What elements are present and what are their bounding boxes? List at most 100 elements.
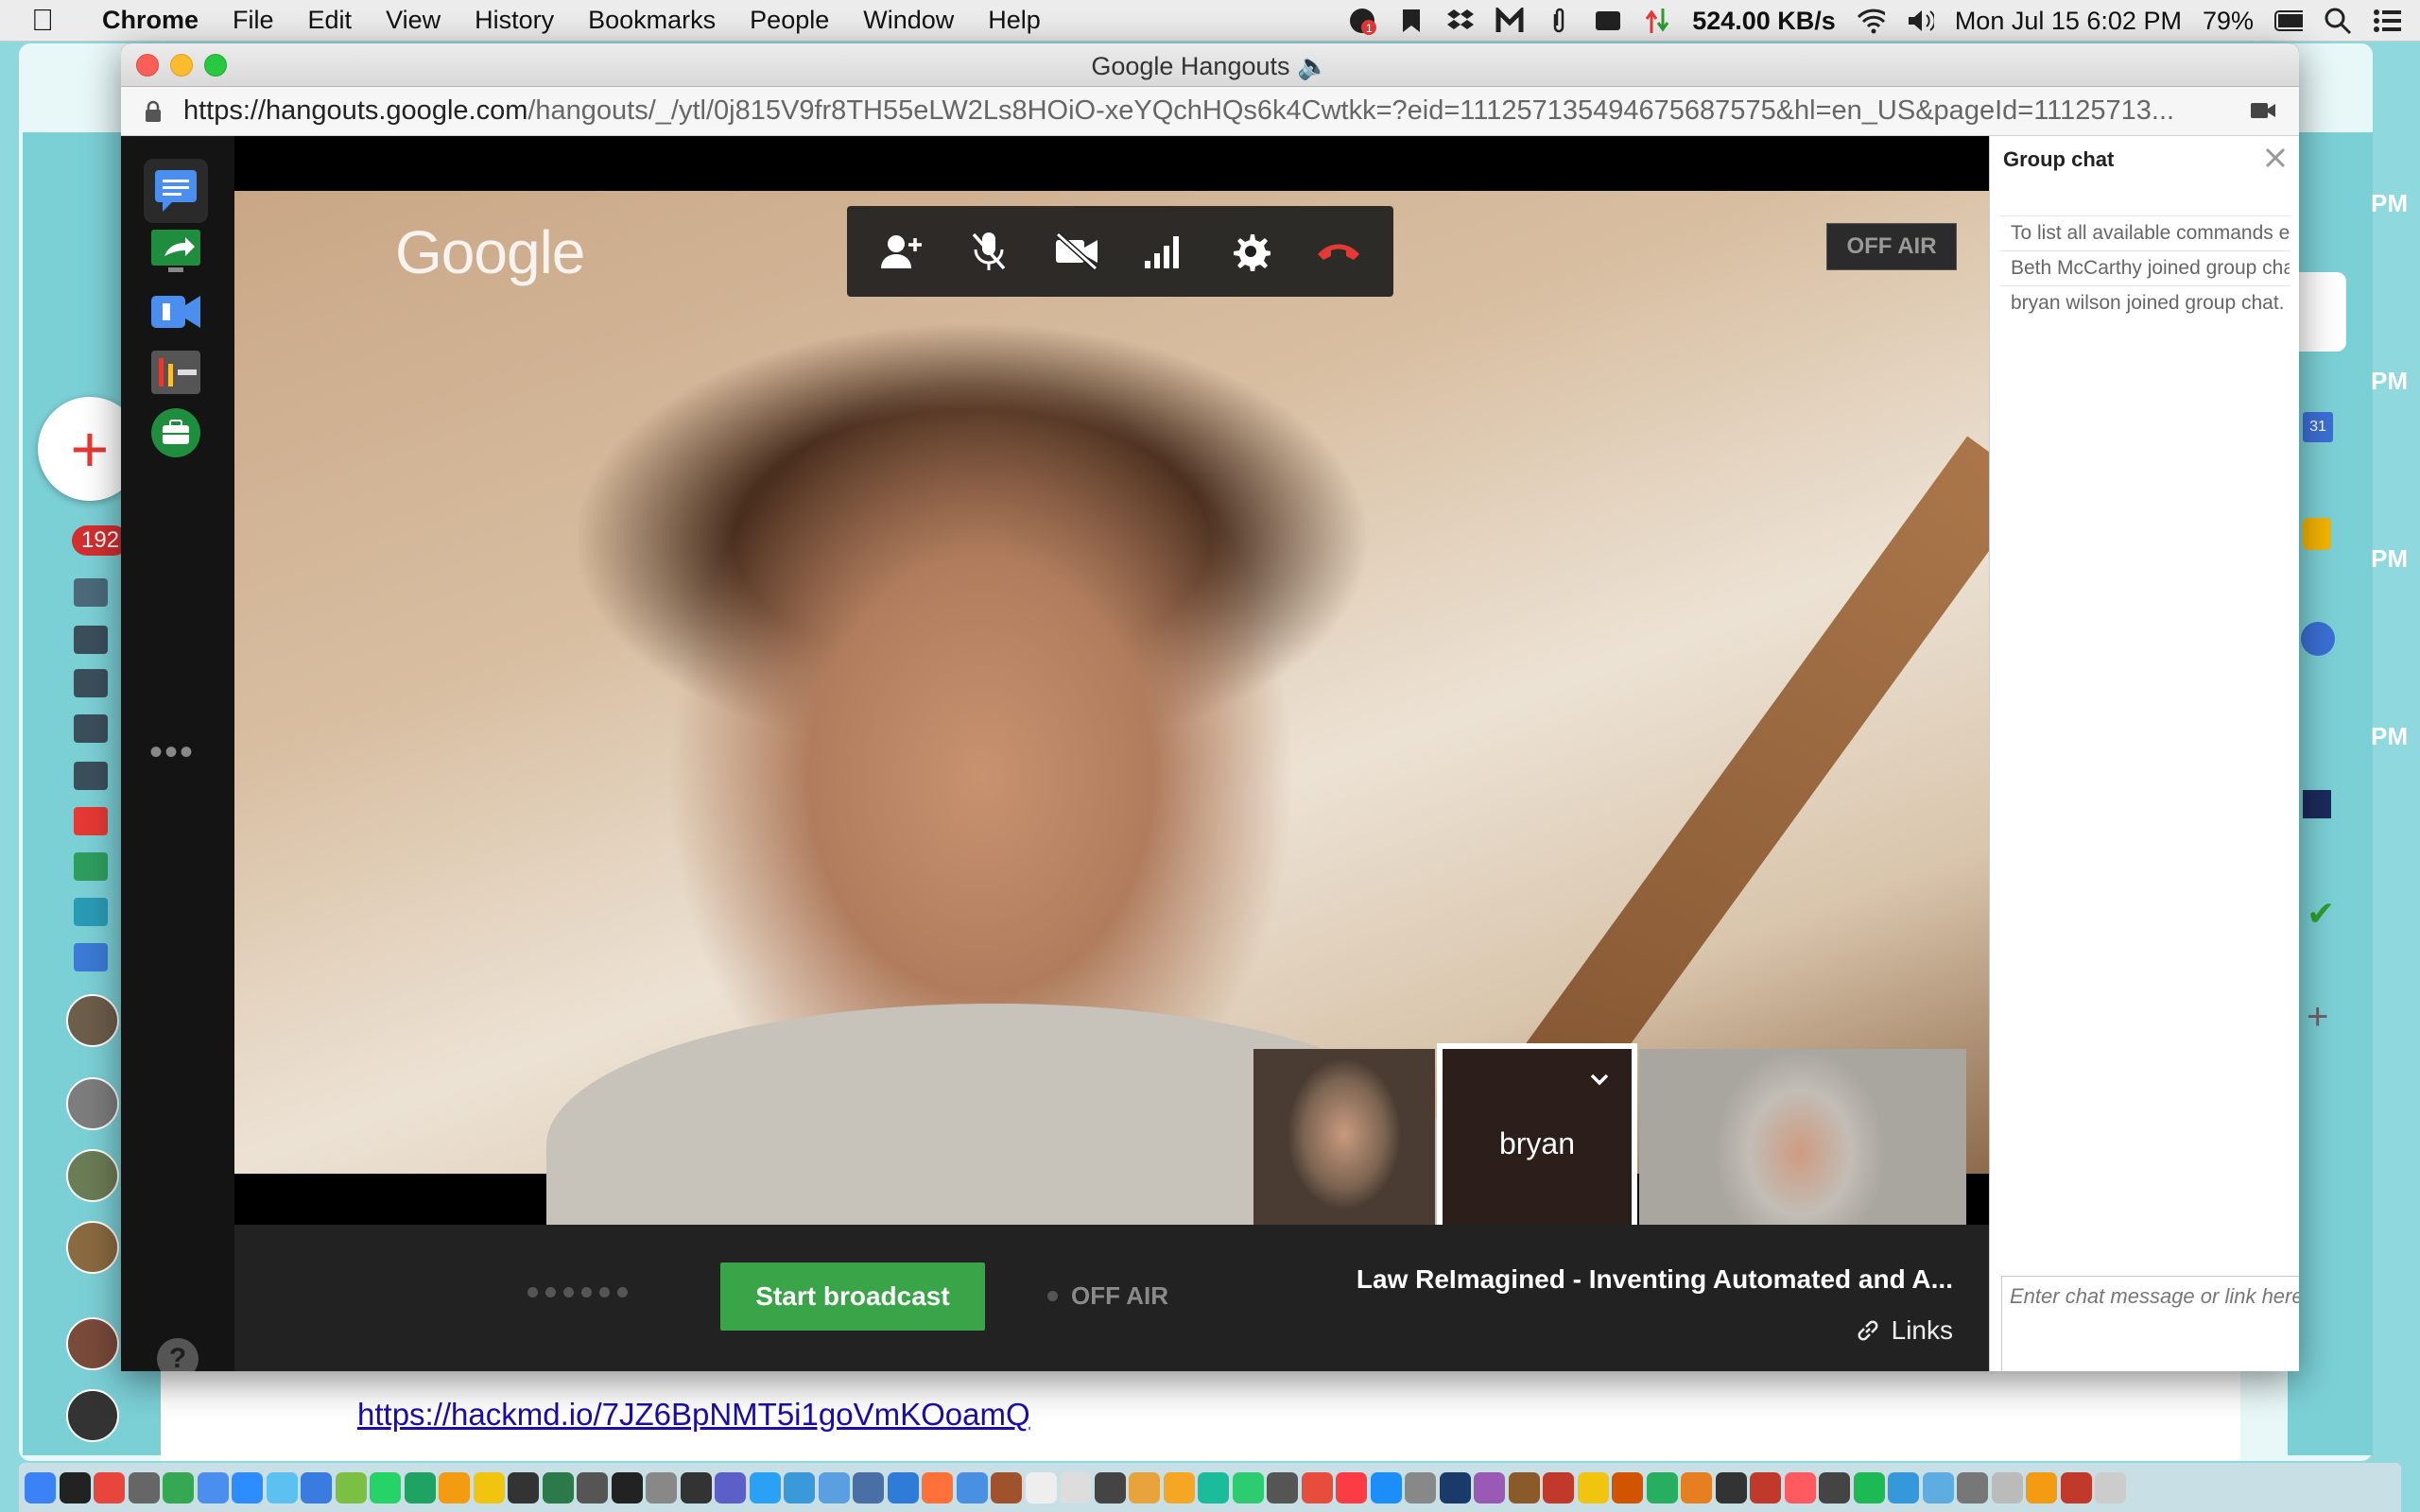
camera-off-button[interactable] xyxy=(1050,225,1103,278)
menu-file[interactable]: File xyxy=(216,6,291,35)
app-dock-icon[interactable] xyxy=(1267,1471,1298,1503)
video-tools-app-icon[interactable] xyxy=(144,280,208,344)
contact-avatar[interactable] xyxy=(66,1149,119,1202)
app-dock-icon[interactable] xyxy=(1715,1471,1747,1503)
menu-help[interactable]: Help xyxy=(971,6,1058,35)
label-icon[interactable] xyxy=(74,762,108,790)
checkmark-addon-icon[interactable]: ✔ xyxy=(2307,894,2335,934)
checkbox-addon-icon[interactable] xyxy=(2303,790,2331,818)
app-dock-icon[interactable] xyxy=(611,1471,643,1503)
participant-thumbnail-selected[interactable]: bryan xyxy=(1437,1043,1637,1225)
hang-up-button[interactable] xyxy=(1312,225,1365,278)
help-icon[interactable]: ? xyxy=(157,1338,199,1371)
label-blue-icon[interactable] xyxy=(74,943,108,971)
menu-app-name[interactable]: Chrome xyxy=(85,6,216,35)
bandwidth-button[interactable] xyxy=(1137,225,1190,278)
app-dock-icon[interactable] xyxy=(1646,1471,1678,1503)
app-dock-icon[interactable] xyxy=(1577,1471,1609,1503)
chat-app-icon[interactable] xyxy=(144,159,208,223)
app-dock-icon[interactable] xyxy=(1094,1471,1126,1503)
invite-people-button[interactable] xyxy=(875,225,928,278)
music-dock-icon[interactable] xyxy=(1336,1471,1367,1503)
app-dock-icon[interactable] xyxy=(1612,1471,1643,1503)
app-dock-icon[interactable] xyxy=(232,1471,263,1503)
app-dock-icon[interactable] xyxy=(473,1471,505,1503)
inbox-tray-icon[interactable] xyxy=(1594,7,1622,35)
contact-avatar[interactable] xyxy=(66,1389,119,1442)
app-dock-icon[interactable] xyxy=(1508,1471,1540,1503)
toolbox-app-icon[interactable] xyxy=(144,401,208,465)
drafts-icon[interactable] xyxy=(74,669,108,697)
wifi-icon[interactable] xyxy=(1857,7,1885,35)
bookmark-tray-icon[interactable] xyxy=(1397,7,1426,35)
address-bar[interactable]: https://hangouts.google.com/hangouts/_/y… xyxy=(121,87,2299,136)
apple-menu-icon[interactable]:  xyxy=(0,3,85,38)
app-dock-icon[interactable] xyxy=(818,1471,850,1503)
app-dock-icon[interactable] xyxy=(1784,1471,1816,1503)
terminal-dock-icon[interactable] xyxy=(59,1471,91,1503)
app-dock-icon[interactable] xyxy=(2026,1471,2057,1503)
app-dock-icon[interactable] xyxy=(1163,1471,1195,1503)
app-dock-icon[interactable] xyxy=(1060,1471,1091,1503)
camera-permission-icon[interactable] xyxy=(2250,100,2276,121)
menu-view[interactable]: View xyxy=(369,6,458,35)
app-dock-icon[interactable] xyxy=(1991,1471,2023,1503)
app-store-dock-icon[interactable] xyxy=(1370,1471,1402,1503)
label-teal-icon[interactable] xyxy=(74,898,108,926)
app-dock-icon[interactable] xyxy=(163,1471,194,1503)
label-green-icon[interactable] xyxy=(74,852,108,881)
contact-avatar[interactable] xyxy=(66,1221,119,1274)
menu-window[interactable]: Window xyxy=(846,6,971,35)
menu-bookmarks[interactable]: Bookmarks xyxy=(571,6,733,35)
contact-avatar[interactable] xyxy=(66,1317,119,1370)
app-dock-icon[interactable] xyxy=(577,1471,608,1503)
whatsapp-dock-icon[interactable] xyxy=(370,1471,401,1503)
links-button[interactable]: Links xyxy=(1856,1315,1953,1346)
malwarebytes-icon[interactable] xyxy=(1495,7,1524,35)
app-dock-icon[interactable] xyxy=(853,1471,884,1503)
sent-icon[interactable] xyxy=(74,626,108,654)
app-dock-icon[interactable] xyxy=(439,1471,470,1503)
app-dock-icon[interactable] xyxy=(404,1471,436,1503)
trash-dock-icon[interactable] xyxy=(2095,1471,2126,1503)
chrome-dock-icon[interactable] xyxy=(94,1471,125,1503)
app-dock-icon[interactable] xyxy=(1888,1471,1919,1503)
zoom-dock-icon[interactable] xyxy=(301,1471,332,1503)
app-dock-icon[interactable] xyxy=(1301,1471,1333,1503)
keep-icon[interactable] xyxy=(2303,518,2331,550)
notification-icon[interactable]: 1 xyxy=(1348,7,1377,35)
chevron-down-icon[interactable] xyxy=(1588,1068,1611,1091)
close-icon[interactable] xyxy=(2263,146,2288,170)
app-dock-icon[interactable] xyxy=(1129,1471,1160,1503)
menu-people[interactable]: People xyxy=(733,6,846,35)
app-dock-icon[interactable] xyxy=(508,1471,539,1503)
chat-input[interactable]: Enter chat message or link here xyxy=(2001,1276,2299,1371)
app-dock-icon[interactable] xyxy=(1681,1471,1712,1503)
volume-icon[interactable] xyxy=(1906,7,1934,35)
calendar-dock-icon[interactable] xyxy=(1025,1471,1057,1503)
contact-avatar[interactable] xyxy=(66,1077,119,1130)
github-dock-icon[interactable] xyxy=(680,1471,712,1503)
app-dock-icon[interactable] xyxy=(542,1471,574,1503)
screenshare-app-icon[interactable] xyxy=(144,219,208,284)
control-room-app-icon[interactable] xyxy=(144,340,208,404)
app-dock-icon[interactable] xyxy=(956,1471,988,1503)
app-dock-icon[interactable] xyxy=(715,1471,746,1503)
start-broadcast-button[interactable]: Start broadcast xyxy=(720,1263,985,1331)
mute-mic-button[interactable] xyxy=(962,225,1015,278)
clock-datetime[interactable]: Mon Jul 15 6:02 PM xyxy=(1955,7,2182,36)
app-dock-icon[interactable] xyxy=(646,1471,677,1503)
contact-avatar[interactable] xyxy=(66,994,119,1047)
menu-history[interactable]: History xyxy=(458,6,571,35)
app-dock-icon[interactable] xyxy=(1439,1471,1471,1503)
app-dock-icon[interactable] xyxy=(1474,1471,1505,1503)
snoozed-icon[interactable] xyxy=(74,578,108,607)
app-dock-icon[interactable] xyxy=(197,1471,229,1503)
app-dock-icon[interactable] xyxy=(1198,1471,1229,1503)
label-red-icon[interactable] xyxy=(74,807,108,835)
app-dock-icon[interactable] xyxy=(1957,1471,1988,1503)
app-dock-icon[interactable] xyxy=(1405,1471,1436,1503)
participant-thumbnail[interactable] xyxy=(1253,1049,1435,1225)
app-dock-icon[interactable] xyxy=(335,1471,367,1503)
hackmd-link[interactable]: https://hackmd.io/7JZ6BpNMT5i1goVmKOoamQ xyxy=(357,1397,1030,1433)
